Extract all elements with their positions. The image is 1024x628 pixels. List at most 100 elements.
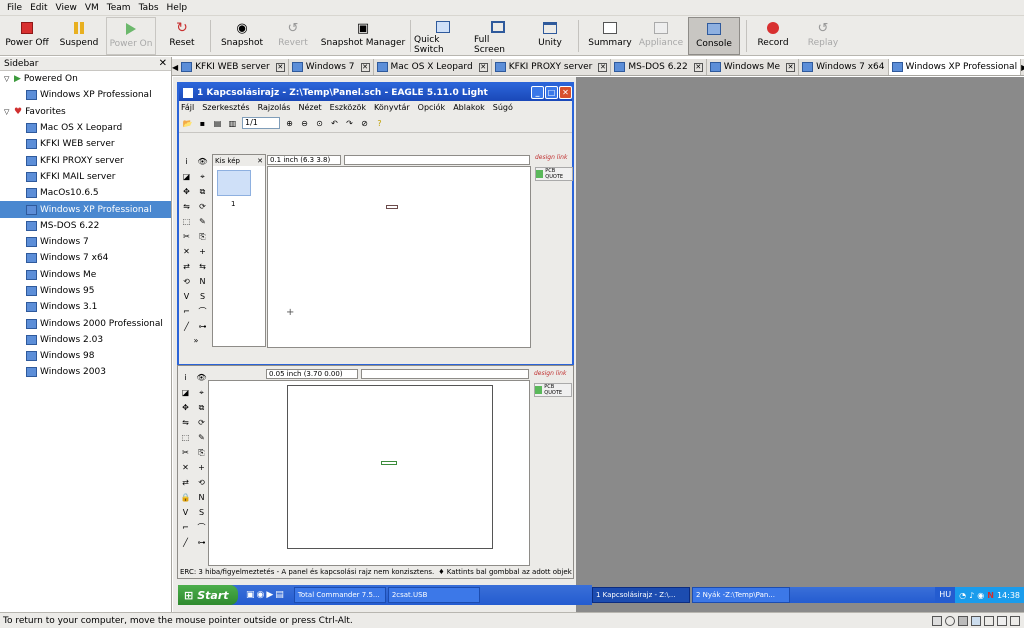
chevron-down-icon[interactable]: » <box>181 336 211 345</box>
change-icon[interactable]: ✎ <box>197 216 208 227</box>
replace-icon[interactable]: ⟲ <box>196 477 207 488</box>
cut-icon[interactable]: ✂ <box>180 447 191 458</box>
menu-draw[interactable]: Rajzolás <box>258 103 291 112</box>
close-icon[interactable]: ✕ <box>559 86 572 99</box>
console-button[interactable]: Console <box>688 17 740 55</box>
menu-file[interactable]: File <box>4 3 25 13</box>
reset-button[interactable]: ↻ Reset <box>158 17 206 55</box>
chevron-down-icon[interactable]: ▽ <box>4 75 14 83</box>
mirror-icon[interactable]: ⇋ <box>181 201 192 212</box>
name-icon[interactable]: N <box>197 276 208 287</box>
tab-kfki-proxy[interactable]: KFKI PROXY server ✕ <box>492 59 612 75</box>
sidebar-item-kfki-proxy[interactable]: KFKI PROXY server <box>0 152 171 168</box>
zoom-out-icon[interactable]: ⊖ <box>299 118 310 129</box>
menu-options[interactable]: Opciók <box>418 103 446 112</box>
replace-icon[interactable]: ⟲ <box>181 276 192 287</box>
tab-kfki-web[interactable]: KFKI WEB server ✕ <box>178 59 289 75</box>
sidebar-item-windows-xp-professional[interactable]: Windows XP Professional <box>0 201 171 218</box>
menu-help[interactable]: Help <box>164 3 191 13</box>
eagle-board-window[interactable]: 0.05 inch (3.70 0.00) i 👁 ◪ ⌖ ✥ ⧉ ⇋ ⟳ ⬚ ✎ ✂ ⎘ … <box>177 365 574 579</box>
lock-icon[interactable]: 🔒 <box>180 492 191 503</box>
sidebar-item-windows-2000[interactable]: Windows 2000 Professional <box>0 315 171 331</box>
delete-icon[interactable]: ✕ <box>181 246 192 257</box>
menu-window[interactable]: Ablakok <box>453 103 485 112</box>
tab-windows-7[interactable]: Windows 7 ✕ <box>289 59 374 75</box>
taskbar-item-total-commander[interactable]: Total Commander 7.5... <box>293 587 386 603</box>
group-icon[interactable]: ⬚ <box>180 432 191 443</box>
save-icon[interactable]: ▪ <box>197 118 208 129</box>
tab-windows-7-x64[interactable]: Windows 7 x64 <box>799 59 889 75</box>
tab-close-icon[interactable]: ✕ <box>693 62 703 72</box>
print-icon[interactable]: ▤ <box>212 118 223 129</box>
message-icon[interactable] <box>1010 615 1020 626</box>
display-icon[interactable]: ◪ <box>180 387 191 398</box>
schematic-component[interactable] <box>386 205 398 209</box>
tab-windows-me[interactable]: Windows Me ✕ <box>707 59 800 75</box>
net-icon[interactable]: ⊶ <box>197 321 208 332</box>
sheet-thumbnail[interactable] <box>217 170 251 196</box>
menu-tabs[interactable]: Tabs <box>136 3 162 13</box>
add-icon[interactable]: + <box>196 462 207 473</box>
split-icon[interactable]: ⌐ <box>180 522 191 533</box>
unity-button[interactable]: Unity <box>528 17 572 55</box>
route-icon[interactable]: ╱ <box>180 537 191 548</box>
mark-icon[interactable]: ⌖ <box>197 171 208 182</box>
sidebar-item-powered-windows-xp[interactable]: Windows XP Professional <box>0 87 171 103</box>
name-icon[interactable]: N <box>196 492 207 503</box>
cam-icon[interactable]: ▥ <box>227 118 238 129</box>
rotate-icon[interactable]: ⟳ <box>196 417 207 428</box>
split-icon[interactable]: ⌐ <box>181 306 192 317</box>
antivirus-icon[interactable]: ◉ <box>977 591 984 600</box>
menu-view[interactable]: Nézet <box>298 103 321 112</box>
sidebar-item-mac-os-x-leopard[interactable]: Mac OS X Leopard <box>0 120 171 136</box>
sidebar-item-windows-95[interactable]: Windows 95 <box>0 283 171 299</box>
menu-help[interactable]: Súgó <box>493 103 513 112</box>
mark-icon[interactable]: ⌖ <box>196 387 207 398</box>
sidebar-group-favorites[interactable]: ▽ ♥ Favorites <box>0 104 171 120</box>
value-icon[interactable]: V <box>180 507 191 518</box>
show-icon[interactable]: 👁 <box>196 372 207 383</box>
hdd-icon[interactable] <box>932 615 942 626</box>
add-icon[interactable]: + <box>197 246 208 257</box>
cd-icon[interactable] <box>945 615 955 626</box>
sidebar-item-windows-7-x64[interactable]: Windows 7 x64 <box>0 250 171 266</box>
revert-button[interactable]: ↺ Revert <box>272 17 314 55</box>
tab-close-icon[interactable]: ✕ <box>598 62 608 72</box>
wire-icon[interactable]: ╱ <box>181 321 192 332</box>
quick-switch-button[interactable]: Quick Switch <box>414 17 472 55</box>
undo-icon[interactable]: ↶ <box>329 118 340 129</box>
smash-icon[interactable]: S <box>196 507 207 518</box>
schematic-canvas[interactable]: + <box>267 166 531 348</box>
sidebar-item-macos-10-6-5[interactable]: MacOs10.6.5 <box>0 185 171 201</box>
display-icon[interactable]: ◪ <box>181 171 192 182</box>
miter-icon[interactable]: ⌒ <box>196 522 207 533</box>
power-off-button[interactable]: Power Off <box>2 17 52 55</box>
volume-icon[interactable]: ♪ <box>969 591 974 600</box>
full-screen-button[interactable]: Full Screen <box>474 17 522 55</box>
value-icon[interactable]: V <box>181 291 192 302</box>
command-input[interactable] <box>344 154 530 165</box>
taskbar-item-2csat[interactable]: 2csat.USB <box>387 587 480 603</box>
summary-button[interactable]: Summary <box>584 17 636 55</box>
media-icon[interactable]: ▶ <box>266 590 273 600</box>
info-icon[interactable]: i <box>181 156 192 167</box>
sidebar-item-windows-3-1[interactable]: Windows 3.1 <box>0 299 171 315</box>
pinswap-icon[interactable]: ⇄ <box>181 261 192 272</box>
board-canvas[interactable] <box>208 380 530 566</box>
floppy-icon[interactable] <box>958 615 968 626</box>
redo-icon[interactable]: ↷ <box>344 118 355 129</box>
ripup-icon[interactable]: ⊶ <box>196 537 207 548</box>
move-icon[interactable]: ✥ <box>181 186 192 197</box>
close-icon[interactable]: ✕ <box>159 58 167 69</box>
menu-edit[interactable]: Szerkesztés <box>202 103 249 112</box>
paste-icon[interactable]: ⎘ <box>196 447 207 458</box>
tab-close-icon[interactable]: ✕ <box>786 62 796 72</box>
sidebar-item-windows-2003[interactable]: Windows 2003 <box>0 364 171 380</box>
rotate-icon[interactable]: ⟳ <box>197 201 208 212</box>
eagle-schematic-window[interactable]: 1 Kapcsolásirajz - Z:\Temp\Panel.sch - E… <box>177 82 574 366</box>
pinswap-icon[interactable]: ⇄ <box>180 477 191 488</box>
minimize-icon[interactable]: _ <box>531 86 544 99</box>
gateswap-icon[interactable]: ⇆ <box>197 261 208 272</box>
zoom-in-icon[interactable]: ⊕ <box>284 118 295 129</box>
menu-library[interactable]: Könyvtár <box>374 103 410 112</box>
